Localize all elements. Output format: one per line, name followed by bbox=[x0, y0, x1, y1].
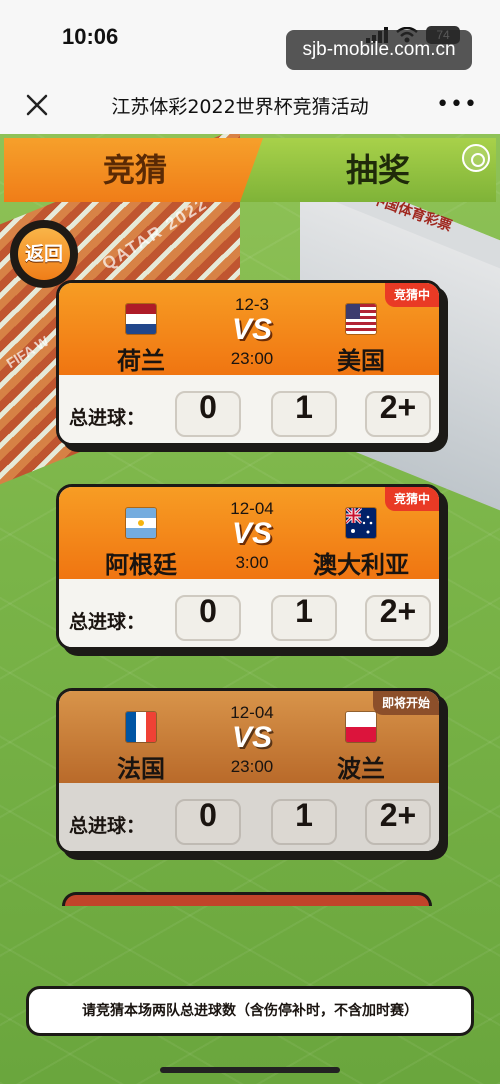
option-label: 0 bbox=[199, 797, 217, 833]
netherlands-flag-icon bbox=[125, 303, 157, 335]
tab-guess[interactable]: 竞猜 bbox=[4, 138, 266, 202]
settings-icon[interactable] bbox=[462, 144, 490, 172]
match-time: 23:00 bbox=[230, 349, 274, 368]
option-label: 0 bbox=[199, 593, 217, 629]
goals-option-2plus[interactable]: 2+ bbox=[365, 593, 431, 641]
option-label: 1 bbox=[295, 593, 313, 629]
match-time: 3:00 bbox=[235, 553, 269, 572]
match-card: 即将开始 12-04 VS 23:00 法国 波兰 总进球： 0 1 2+ bbox=[56, 688, 442, 854]
status-time: 10:06 bbox=[62, 24, 119, 49]
goals-option-1[interactable]: 1 bbox=[271, 389, 337, 437]
home-team: 法国 bbox=[117, 755, 165, 783]
option-label: 0 bbox=[199, 389, 217, 425]
poland-flag-icon bbox=[345, 711, 377, 743]
tab-lottery[interactable]: 抽奖 bbox=[240, 138, 496, 202]
away-team: 美国 bbox=[337, 347, 385, 375]
vs-label: VS bbox=[231, 313, 273, 346]
away-team: 波兰 bbox=[337, 755, 385, 783]
match-card: 竞猜中 12-04 VS 3:00 阿根廷 澳大利亚 总进球： 0 1 2+ bbox=[56, 484, 442, 650]
option-label: 2+ bbox=[379, 797, 417, 833]
goals-option-0[interactable]: 0 bbox=[175, 389, 241, 437]
close-icon[interactable] bbox=[22, 90, 52, 120]
france-flag-icon bbox=[125, 711, 157, 743]
home-team: 荷兰 bbox=[117, 347, 165, 375]
back-button[interactable]: 返回 bbox=[10, 220, 78, 288]
rules-note: 请竞猜本场两队总进球数（含伤停补时，不含加时赛） bbox=[26, 986, 474, 1036]
status-badge: 竞猜中 bbox=[384, 283, 439, 307]
status-badge: 竞猜中 bbox=[384, 487, 439, 511]
australia-flag-icon bbox=[345, 507, 377, 539]
more-menu-button[interactable]: ••• bbox=[436, 92, 478, 117]
watermark: sjb-mobile.com.cn bbox=[286, 30, 472, 70]
goals-option-1[interactable]: 1 bbox=[271, 797, 337, 845]
match-card: 竞猜中 12-3 VS 23:00 荷兰 美国 总进球： 0 1 2+ bbox=[56, 280, 442, 446]
match-date: 12-04 bbox=[230, 703, 274, 722]
next-match-card-peek bbox=[62, 892, 432, 906]
argentina-flag-icon bbox=[125, 507, 157, 539]
back-button-label: 返回 bbox=[18, 228, 70, 280]
nav-bar: 江苏体彩2022世界杯竞猜活动 ••• bbox=[0, 78, 500, 134]
status-bar: 10:06 74 sjb-mobile.com.cn bbox=[0, 0, 500, 78]
goals-label: 总进球： bbox=[69, 611, 146, 633]
goals-label: 总进球： bbox=[69, 815, 146, 837]
home-team: 阿根廷 bbox=[105, 551, 177, 579]
option-label: 1 bbox=[295, 389, 313, 425]
goals-option-1[interactable]: 1 bbox=[271, 593, 337, 641]
goals-option-2plus[interactable]: 2+ bbox=[365, 797, 431, 845]
option-label: 1 bbox=[295, 797, 313, 833]
tab-bar: 竞猜 抽奖 bbox=[0, 134, 500, 206]
goals-label: 总进球： bbox=[69, 407, 146, 429]
away-team: 澳大利亚 bbox=[313, 551, 409, 579]
status-badge: 即将开始 bbox=[372, 691, 439, 715]
vs-label: VS bbox=[231, 517, 273, 550]
option-label: 2+ bbox=[379, 593, 417, 629]
game-stage: 中国体育彩票 QATAR 2022 FIFA W 竞猜 抽奖 返回 竞猜中 12… bbox=[0, 134, 500, 1084]
vs-label: VS bbox=[231, 721, 273, 754]
option-label: 2+ bbox=[379, 389, 417, 425]
goals-option-0[interactable]: 0 bbox=[175, 593, 241, 641]
goals-option-0[interactable]: 0 bbox=[175, 797, 241, 845]
home-indicator bbox=[160, 1067, 340, 1073]
match-date: 12-3 bbox=[234, 295, 270, 314]
usa-flag-icon bbox=[345, 303, 377, 335]
page-title: 江苏体彩2022世界杯竞猜活动 bbox=[111, 96, 369, 118]
match-time: 23:00 bbox=[230, 757, 274, 776]
match-date: 12-04 bbox=[230, 499, 274, 518]
goals-option-2plus[interactable]: 2+ bbox=[365, 389, 431, 437]
